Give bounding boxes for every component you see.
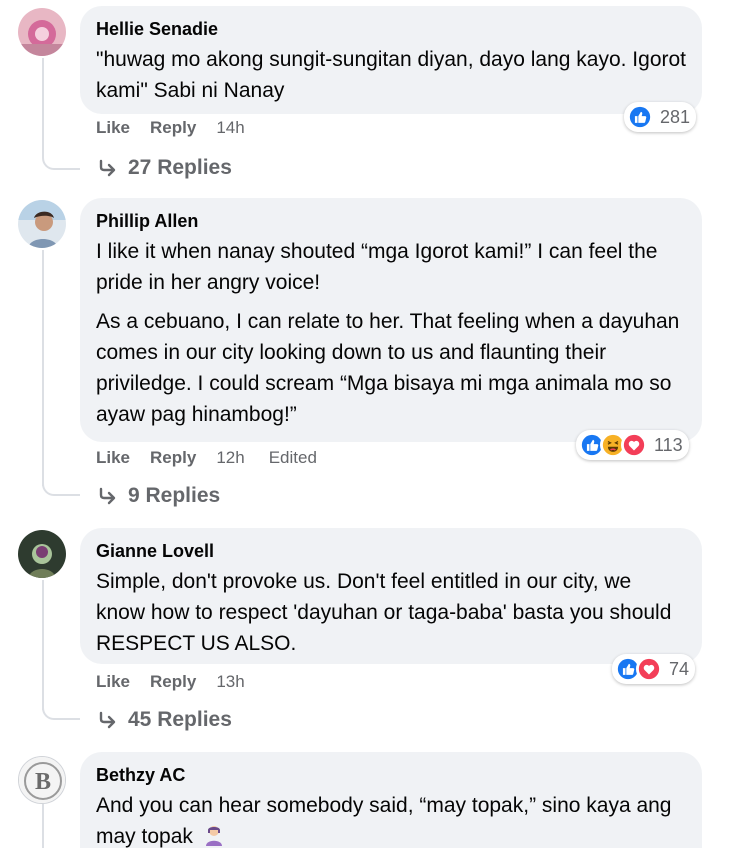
view-replies-button[interactable]: 45 Replies (96, 708, 232, 732)
comment-bubble: Gianne Lovell Simple, don't provoke us. … (80, 528, 702, 664)
comment-text: And you can hear somebody said, “may top… (96, 794, 672, 848)
avatar[interactable] (18, 8, 66, 56)
comment-bubble: Phillip Allen I like it when nanay shout… (80, 198, 702, 442)
avatar[interactable] (18, 530, 66, 578)
reply-arrow-icon (99, 159, 116, 177)
thread-connector (42, 140, 80, 170)
thread-line (42, 804, 44, 848)
avatar[interactable]: B (18, 756, 66, 804)
comment-author[interactable]: Phillip Allen (96, 210, 686, 232)
svg-text:B: B (35, 769, 51, 795)
thread-connector (42, 690, 80, 720)
replies-count: 27 Replies (128, 156, 232, 179)
comment-actions: Like Reply 14h (96, 118, 245, 138)
like-icon (627, 104, 653, 130)
comment-timestamp[interactable]: 12h (216, 448, 244, 468)
comment-timestamp[interactable]: 14h (216, 118, 244, 138)
comment-author[interactable]: Gianne Lovell (96, 540, 686, 562)
view-replies-button[interactable]: 27 Replies (96, 156, 232, 180)
comment-actions: Like Reply 13h (96, 672, 245, 692)
view-replies-button[interactable]: 9 Replies (96, 484, 220, 508)
love-icon (621, 432, 647, 458)
comment-actions: Like Reply 12h Edited (96, 448, 317, 468)
comment-text-paragraph: As a cebuano, I can relate to her. That … (96, 310, 680, 426)
reaction-count: 74 (669, 658, 690, 679)
reaction-count: 113 (654, 434, 683, 455)
like-button[interactable]: Like (96, 448, 130, 468)
comment-text: Simple, don't provoke us. Don't feel ent… (96, 570, 672, 655)
woman-gesturing-icon (205, 826, 222, 846)
replies-count: 9 Replies (128, 484, 221, 507)
avatar[interactable] (18, 200, 66, 248)
like-button[interactable]: Like (96, 672, 130, 692)
like-button[interactable]: Like (96, 118, 130, 138)
comment-author[interactable]: Hellie Senadie (96, 18, 686, 40)
thread-line (42, 250, 44, 486)
reply-arrow-icon (99, 711, 116, 729)
comment-author[interactable]: Bethzy AC (96, 764, 686, 786)
love-icon (636, 656, 662, 682)
comment-bubble: Hellie Senadie "huwag mo akong sungit-su… (80, 6, 702, 114)
replies-count: 45 Replies (128, 708, 232, 731)
reaction-summary[interactable]: 113 (576, 430, 689, 460)
comment-text-wrapper: And you can hear somebody said, “may top… (96, 790, 686, 848)
reply-button[interactable]: Reply (150, 448, 196, 468)
reaction-summary[interactable]: 281 (624, 102, 697, 132)
reply-button[interactable]: Reply (150, 118, 196, 138)
comment-timestamp[interactable]: 13h (216, 672, 244, 692)
thread-connector (42, 466, 80, 496)
reaction-summary[interactable]: 74 (612, 654, 696, 684)
comment-text: "huwag mo akong sungit-sungitan diyan, d… (96, 48, 686, 102)
edited-label[interactable]: Edited (269, 448, 317, 468)
reply-button[interactable]: Reply (150, 672, 196, 692)
comment-bubble: Bethzy AC And you can hear somebody said… (80, 752, 702, 848)
reply-arrow-icon (99, 487, 116, 505)
comment-text: I like it when nanay shouted “mga Igorot… (96, 240, 658, 294)
reaction-count: 281 (660, 106, 691, 127)
